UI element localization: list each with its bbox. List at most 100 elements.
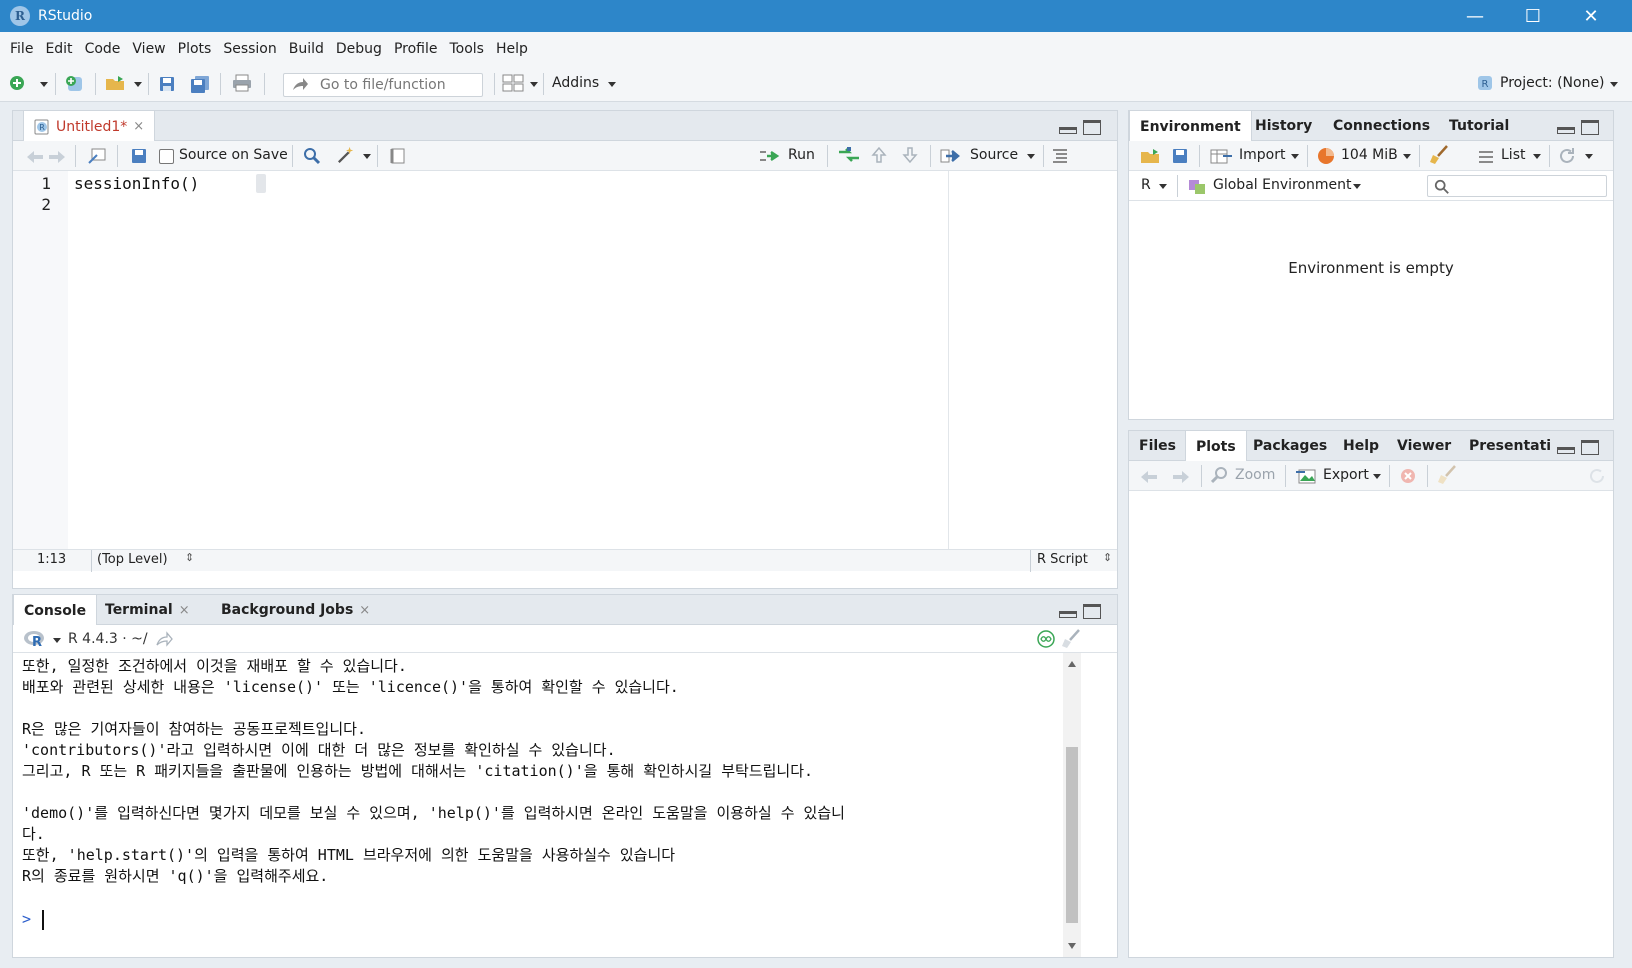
editor-save-icon[interactable] bbox=[130, 147, 148, 165]
previous-plot-icon[interactable] bbox=[1139, 468, 1159, 486]
source-icon[interactable] bbox=[940, 147, 962, 165]
memory-dropdown-icon[interactable] bbox=[1403, 154, 1411, 159]
tab-packages[interactable]: Packages bbox=[1243, 431, 1337, 461]
menu-edit[interactable]: Edit bbox=[39, 41, 78, 57]
view-mode-dropdown-icon[interactable] bbox=[1533, 154, 1541, 159]
project-dropdown-icon[interactable] bbox=[1610, 82, 1618, 87]
menu-plots[interactable]: Plots bbox=[172, 41, 218, 57]
tab-history[interactable]: History bbox=[1245, 111, 1322, 141]
rerun-icon[interactable] bbox=[837, 146, 861, 164]
minimize-button[interactable]: — bbox=[1446, 0, 1504, 32]
minimize-pane-icon[interactable] bbox=[1557, 447, 1575, 454]
open-file-dropdown-icon[interactable] bbox=[134, 82, 142, 87]
export-button[interactable]: Export bbox=[1323, 467, 1369, 483]
tab-tutorial[interactable]: Tutorial bbox=[1439, 111, 1519, 141]
code-editor[interactable]: sessionInfo() bbox=[68, 171, 948, 549]
go-to-working-directory-icon[interactable] bbox=[155, 631, 173, 649]
language-dropdown-icon[interactable] bbox=[1159, 184, 1167, 189]
import-dropdown-icon[interactable] bbox=[1291, 154, 1299, 159]
source-on-save-checkbox[interactable] bbox=[159, 149, 174, 164]
tab-viewer[interactable]: Viewer bbox=[1387, 431, 1461, 461]
zoom-icon[interactable] bbox=[1211, 466, 1229, 484]
background-jobs-close-icon[interactable]: × bbox=[359, 603, 370, 618]
save-workspace-icon[interactable] bbox=[1171, 147, 1189, 165]
workspace-panes-dropdown-icon[interactable] bbox=[530, 82, 538, 87]
maximize-pane-icon[interactable] bbox=[1083, 120, 1101, 135]
file-type-selector[interactable]: R Script bbox=[1037, 552, 1088, 567]
addins-dropdown-icon[interactable] bbox=[608, 82, 616, 87]
compile-report-icon[interactable] bbox=[389, 147, 407, 165]
refresh-plot-icon[interactable] bbox=[1587, 466, 1607, 486]
load-workspace-icon[interactable] bbox=[1139, 147, 1163, 165]
maximize-button[interactable]: ☐ bbox=[1504, 0, 1562, 32]
clear-console-broom-icon[interactable] bbox=[1061, 629, 1083, 649]
environment-scope-dropdown-icon[interactable] bbox=[1353, 184, 1361, 189]
find-replace-icon[interactable] bbox=[303, 147, 321, 165]
menu-profile[interactable]: Profile bbox=[388, 41, 444, 57]
forward-icon[interactable] bbox=[47, 148, 67, 166]
import-dataset-button[interactable]: Import bbox=[1239, 147, 1285, 163]
tab-connections[interactable]: Connections bbox=[1323, 111, 1440, 141]
console-scrollbar[interactable] bbox=[1063, 653, 1081, 957]
export-dropdown-icon[interactable] bbox=[1373, 474, 1381, 479]
minimize-pane-icon[interactable] bbox=[1557, 127, 1575, 134]
project-selector[interactable]: Project: (None) bbox=[1500, 75, 1605, 91]
tab-plots[interactable]: Plots bbox=[1185, 431, 1247, 462]
zoom-button[interactable]: Zoom bbox=[1235, 467, 1275, 483]
print-icon[interactable] bbox=[231, 74, 253, 92]
menu-tools[interactable]: Tools bbox=[443, 41, 490, 57]
environment-scope-selector[interactable]: Global Environment bbox=[1213, 177, 1352, 193]
close-button[interactable]: ✕ bbox=[1562, 0, 1620, 32]
scrollbar-thumb[interactable] bbox=[1066, 747, 1078, 923]
scope-updown-icon[interactable]: ⇕ bbox=[185, 551, 194, 564]
maximize-pane-icon[interactable] bbox=[1083, 604, 1101, 619]
workspace-panes-icon[interactable] bbox=[502, 74, 524, 92]
console-output[interactable]: 또한, 일정한 조건하에서 이것을 재배포 할 수 있습니다. 배포와 관련된 … bbox=[13, 653, 1063, 957]
go-to-previous-section-icon[interactable] bbox=[870, 146, 888, 164]
minimize-pane-icon[interactable] bbox=[1059, 611, 1077, 618]
refresh-dropdown-icon[interactable] bbox=[1585, 154, 1593, 159]
run-icon[interactable] bbox=[759, 148, 783, 164]
new-file-icon[interactable] bbox=[8, 74, 26, 92]
scope-selector[interactable]: (Top Level) bbox=[97, 552, 168, 567]
language-selector[interactable]: R bbox=[1141, 177, 1151, 193]
clear-plots-broom-icon[interactable] bbox=[1437, 465, 1459, 485]
code-tools-wand-icon[interactable] bbox=[335, 146, 357, 164]
scroll-down-icon[interactable] bbox=[1068, 943, 1076, 949]
tab-environment[interactable]: Environment bbox=[1129, 111, 1252, 142]
tab-background-jobs[interactable]: Background Jobs × bbox=[211, 595, 380, 625]
document-outline-icon[interactable] bbox=[1051, 147, 1069, 165]
open-file-icon[interactable] bbox=[104, 74, 128, 92]
tab-untitled1[interactable]: R Untitled1* × bbox=[23, 111, 156, 142]
menu-build[interactable]: Build bbox=[283, 41, 330, 57]
save-icon[interactable] bbox=[158, 75, 176, 93]
scroll-up-icon[interactable] bbox=[1068, 661, 1076, 667]
refresh-icon[interactable] bbox=[1557, 146, 1577, 166]
new-project-icon[interactable] bbox=[64, 74, 86, 94]
interrupt-infinity-icon[interactable] bbox=[1037, 630, 1055, 648]
terminal-close-icon[interactable]: × bbox=[179, 603, 190, 618]
r-version-dropdown-icon[interactable] bbox=[53, 638, 61, 643]
menu-session[interactable]: Session bbox=[217, 41, 282, 57]
editor-tab-close-icon[interactable]: × bbox=[133, 119, 144, 134]
file-type-updown-icon[interactable]: ⇕ bbox=[1103, 551, 1112, 564]
tab-terminal[interactable]: Terminal × bbox=[95, 595, 200, 625]
save-all-icon[interactable] bbox=[189, 75, 211, 93]
addins-menu[interactable]: Addins bbox=[552, 75, 599, 91]
environment-search-input[interactable] bbox=[1427, 175, 1607, 197]
source-button[interactable]: Source bbox=[970, 147, 1018, 163]
goto-file-input[interactable]: Go to file/function bbox=[283, 73, 483, 97]
next-plot-icon[interactable] bbox=[1171, 468, 1191, 486]
tab-help[interactable]: Help bbox=[1333, 431, 1389, 461]
import-dataset-icon[interactable] bbox=[1209, 147, 1233, 165]
tab-presentation[interactable]: Presentati bbox=[1459, 431, 1561, 461]
export-icon[interactable] bbox=[1295, 466, 1317, 486]
memory-usage-label[interactable]: 104 MiB bbox=[1341, 147, 1398, 163]
code-tools-dropdown-icon[interactable] bbox=[363, 154, 371, 159]
list-view-icon[interactable] bbox=[1477, 148, 1495, 166]
tab-console[interactable]: Console bbox=[13, 595, 98, 626]
remove-plot-icon[interactable] bbox=[1399, 467, 1417, 485]
menu-debug[interactable]: Debug bbox=[330, 41, 388, 57]
source-dropdown-icon[interactable] bbox=[1027, 154, 1035, 159]
menu-help[interactable]: Help bbox=[490, 41, 534, 57]
